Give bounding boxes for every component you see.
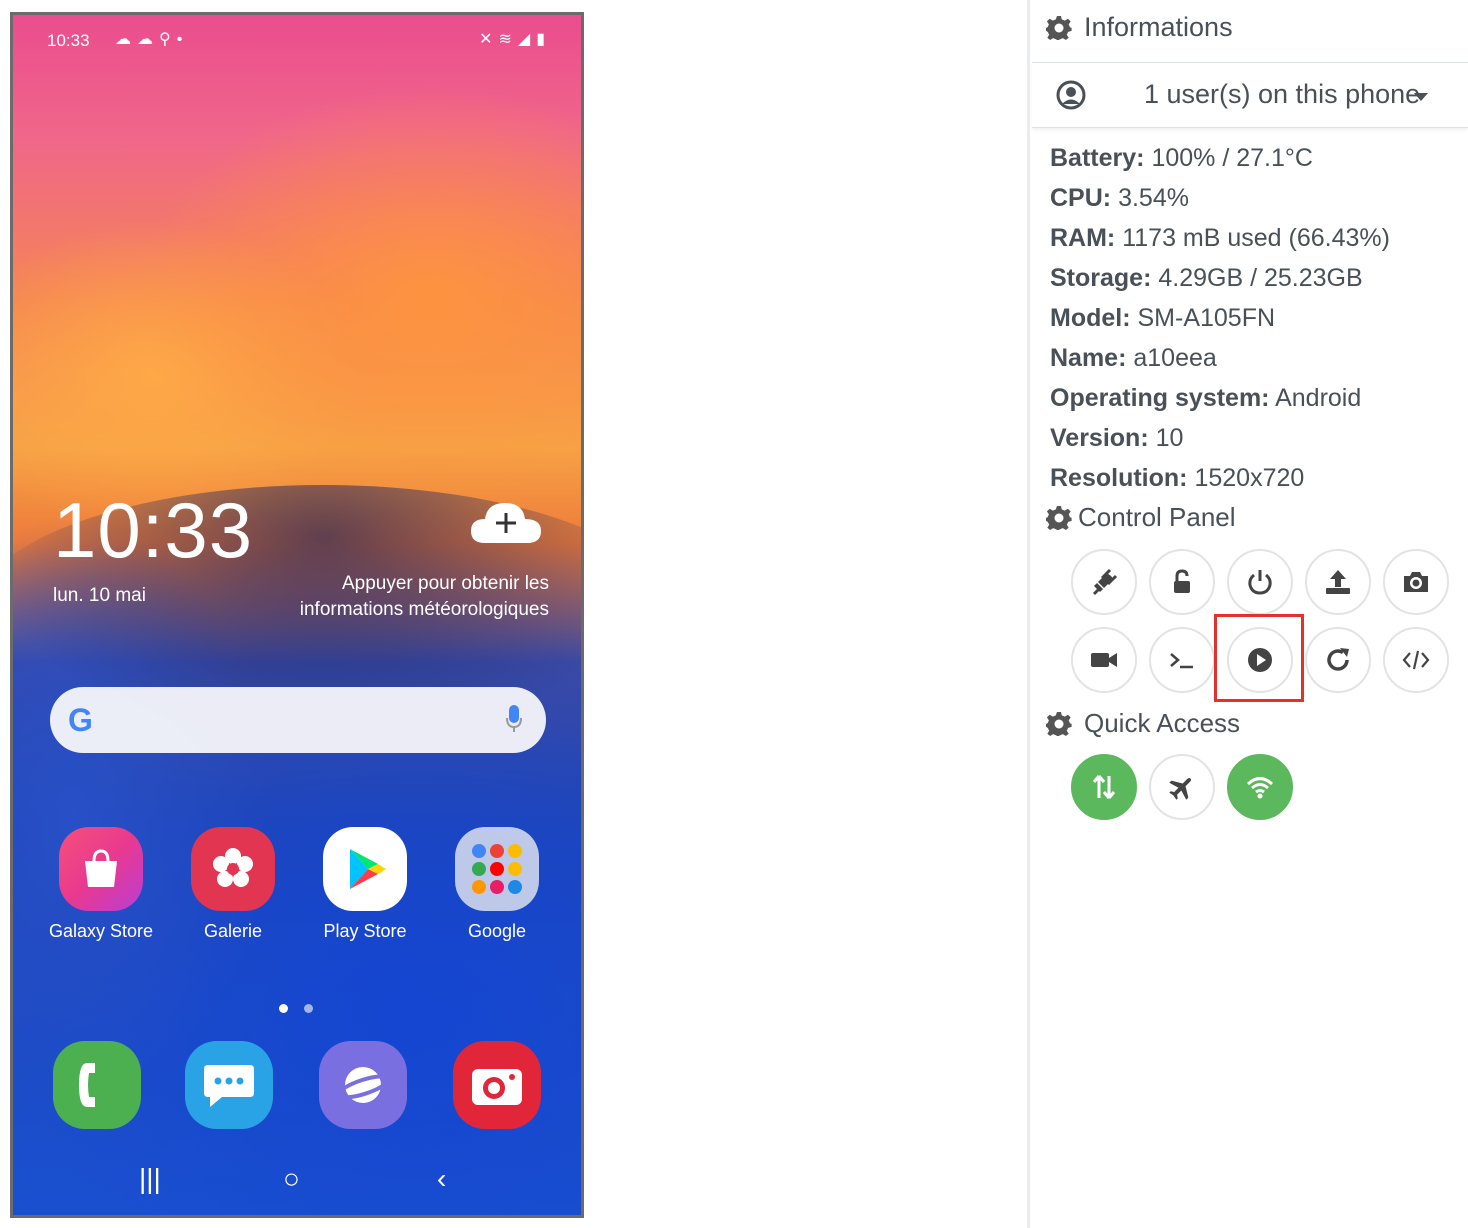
notification-icons: ☁☁⚲• [115,31,189,48]
quick-access-title: Quick Access [1084,708,1241,738]
phone-screen[interactable]: 10:33 ☁☁⚲• ✕≋◢▮ 10:33 lun. 10 mai Appuye… [10,12,584,1218]
camera-icon [1404,572,1428,592]
app-google-folder[interactable]: Google [437,827,557,942]
app-label: Galaxy Store [48,921,154,941]
users-label: 1 user(s) on this phone [1144,79,1421,109]
code-icon [1402,650,1430,670]
folder-icon [455,827,539,911]
messages-icon[interactable] [185,1041,273,1129]
terminal-icon [1170,653,1193,669]
play-store-icon [323,827,407,911]
status-bar: 10:33 ☁☁⚲• ✕≋◢▮ [13,15,581,65]
users-dropdown[interactable]: 1 user(s) on this phone [1032,62,1468,128]
info-model: Model: SM-A105FN [1050,304,1276,332]
flower-icon [191,827,275,911]
camera-app-icon[interactable] [453,1041,541,1129]
info-name: Name: a10eea [1050,344,1217,372]
code-button[interactable] [1383,627,1449,693]
airplane-mode-toggle[interactable] [1149,754,1215,820]
app-label: Play Store [323,921,407,941]
home-button[interactable]: ○ [283,1163,300,1195]
reboot-button[interactable] [1305,627,1371,693]
bag-icon [59,827,143,911]
user-circle-icon [1056,80,1086,110]
gear-icon [1046,505,1072,530]
wifi-toggle[interactable] [1227,754,1293,820]
unlock-icon [1174,569,1190,593]
app-play-store[interactable]: Play Store [305,827,425,942]
plug-button[interactable] [1071,549,1137,615]
internet-icon[interactable] [319,1041,407,1129]
plug-icon [1092,568,1118,596]
wifi-icon [1246,777,1274,799]
highlight-box [1214,614,1304,702]
informations-header: Informations [1046,12,1233,43]
info-os: Operating system: Android [1050,384,1362,412]
upload-icon [1326,570,1350,594]
back-button[interactable]: ‹ [437,1163,446,1195]
weather-prompt-line2: informations météorologiques [299,599,549,620]
airplane-icon [1169,777,1192,800]
google-search-bar[interactable]: G [50,687,546,753]
terminal-button[interactable] [1149,627,1215,693]
system-icons: ✕≋◢▮ [479,31,551,48]
power-button[interactable] [1227,549,1293,615]
upload-button[interactable] [1305,549,1371,615]
record-video-button[interactable] [1071,627,1137,693]
control-panel-title: Control Panel [1078,502,1236,532]
info-cpu: CPU: 3.54% [1050,184,1189,212]
quick-access-header: Quick Access [1046,708,1240,739]
phone-icon[interactable] [53,1041,141,1129]
microphone-icon[interactable] [506,705,522,733]
chevron-down-icon [1414,93,1428,101]
info-ram: RAM: 1173 mB used (66.43%) [1050,224,1390,252]
app-label: Galerie [203,921,263,941]
app-label: Google [467,921,527,941]
lockscreen-date: lun. 10 mai [53,585,146,606]
control-panel-header: Control Panel [1046,502,1236,533]
gear-icon [1046,711,1072,736]
gear-icon [1046,15,1072,40]
screenshot-button[interactable] [1383,549,1449,615]
info-battery: Battery: 100% / 27.1°C [1050,144,1313,172]
power-icon [1248,570,1272,595]
video-icon [1091,653,1117,667]
info-version: Version: 10 [1050,424,1184,452]
data-transfer-icon [1092,775,1116,799]
mobile-data-toggle[interactable] [1071,754,1137,820]
lockscreen-clock: 10:33 [53,486,254,574]
info-resolution: Resolution: 1520x720 [1050,464,1305,492]
weather-prompt-line1: Appuyer pour obtenir les [341,573,549,594]
unlock-button[interactable] [1149,549,1215,615]
weather-add-icon[interactable] [469,499,543,547]
recents-button[interactable]: ||| [139,1163,161,1195]
app-galaxy-store[interactable]: Galaxy Store [41,827,161,942]
android-nav-bar: ||| ○ ‹ [13,1145,581,1215]
status-time: 10:33 [47,31,90,50]
redo-icon [1327,648,1349,671]
app-galerie[interactable]: Galerie [173,827,293,942]
google-logo-icon: G [68,702,93,738]
informations-title: Informations [1084,12,1233,42]
weather-prompt[interactable]: Appuyer pour obtenir les informations mé… [249,571,549,623]
page-indicator [279,1000,329,1018]
info-storage: Storage: 4.29GB / 25.23GB [1050,264,1363,292]
